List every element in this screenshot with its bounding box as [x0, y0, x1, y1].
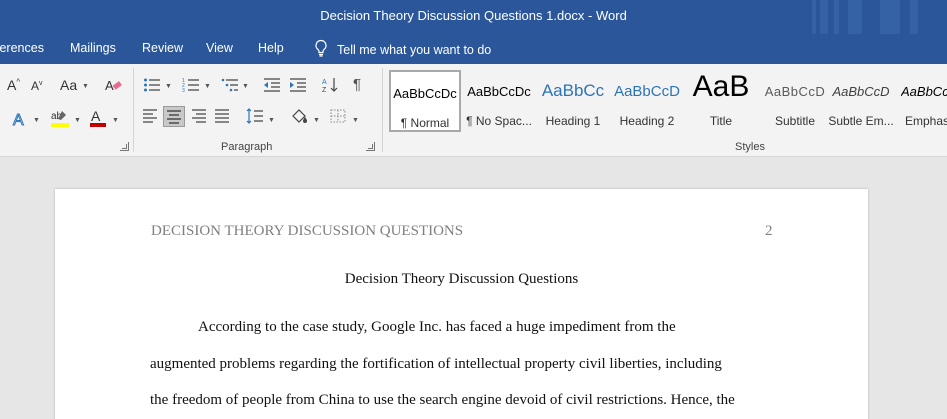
svg-text:A: A	[91, 108, 101, 124]
svg-text:Z: Z	[322, 87, 327, 93]
style-sample: AaBbCcD	[832, 84, 890, 99]
style-name: Heading 1	[545, 114, 601, 128]
text-effects-icon[interactable]: A	[12, 110, 28, 129]
numbering-icon[interactable]: 123	[182, 77, 200, 93]
font-dialog-launcher-icon[interactable]	[120, 142, 129, 151]
style-no-spacing[interactable]: AaBbCcDc ¶ No Spac...	[463, 70, 535, 132]
style-name: ¶ Normal	[400, 116, 450, 130]
title-bar: Decision Theory Discussion Questions 1.d…	[0, 0, 947, 34]
ribbon-tabs: ferences Mailings Review View Help Tell …	[0, 34, 947, 64]
tab-mailings[interactable]: Mailings	[70, 41, 116, 55]
increase-indent-icon[interactable]	[289, 77, 307, 93]
styles-gallery: AaBbCcDc ¶ Normal AaBbCcDc ¶ No Spac... …	[389, 70, 947, 132]
style-sample: AaBbCc	[541, 81, 605, 100]
page-number: 2	[765, 223, 773, 239]
style-name: Heading 2	[619, 114, 675, 128]
clear-formatting-icon[interactable]: A	[104, 76, 122, 94]
change-case-dropdown-icon[interactable]: ▼	[82, 83, 89, 90]
text-highlight-icon[interactable]: ab	[50, 108, 70, 128]
document-area[interactable]: DECISION THEORY DISCUSSION QUESTIONS 2 D…	[0, 157, 947, 419]
borders-dropdown-icon[interactable]: ▼	[352, 117, 359, 124]
style-name: Emphas	[905, 114, 947, 128]
multilevel-list-icon[interactable]	[221, 77, 239, 93]
borders-icon[interactable]	[330, 109, 346, 123]
style-subtle-emphasis[interactable]: AaBbCcD Subtle Em...	[825, 70, 897, 132]
style-heading-1[interactable]: AaBbCc Heading 1	[537, 70, 609, 132]
word-window: Decision Theory Discussion Questions 1.d…	[0, 0, 947, 419]
svg-text:A: A	[105, 78, 114, 93]
paragraph-line: the freedom of people from China to use …	[150, 392, 735, 408]
grow-font-icon[interactable]: A^	[7, 78, 20, 92]
paragraph-line: augmented problems regarding the fortifi…	[150, 356, 722, 372]
show-formatting-marks-icon[interactable]: ¶	[353, 77, 361, 92]
bullets-dropdown-icon[interactable]: ▼	[165, 83, 172, 90]
document-page[interactable]: DECISION THEORY DISCUSSION QUESTIONS 2 D…	[55, 189, 868, 419]
style-sample: AaBbCcDc	[393, 86, 457, 101]
tab-view[interactable]: View	[206, 41, 233, 55]
style-sample: AaBbCcDc	[467, 84, 531, 99]
style-heading-2[interactable]: AaBbCcD Heading 2	[611, 70, 683, 132]
style-name: ¶ No Spac...	[466, 114, 532, 128]
lightbulb-icon	[313, 39, 329, 60]
align-right-icon[interactable]	[191, 109, 207, 123]
shading-icon[interactable]	[290, 107, 310, 125]
paragraph-dialog-launcher-icon[interactable]	[366, 142, 375, 151]
align-left-icon[interactable]	[142, 109, 158, 123]
multilevel-dropdown-icon[interactable]: ▼	[242, 83, 249, 90]
style-sample: AaB	[692, 70, 750, 103]
style-sample: AaBbCcD	[764, 84, 826, 99]
svg-text:A: A	[13, 112, 24, 128]
paragraph-line: According to the case study, Google Inc.…	[198, 319, 676, 335]
tell-me-text: Tell me what you want to do	[337, 42, 492, 57]
svg-text:A: A	[322, 79, 327, 86]
font-color-icon[interactable]: A	[89, 108, 107, 128]
style-name: Subtitle	[774, 114, 816, 128]
style-emphasis[interactable]: AaBbCc Emphas	[897, 70, 947, 132]
highlight-dropdown-icon[interactable]: ▼	[74, 117, 81, 124]
styles-group-label: Styles	[735, 141, 765, 153]
style-name: Title	[709, 114, 733, 128]
change-case-icon[interactable]: Aa	[60, 78, 77, 92]
line-spacing-icon[interactable]	[246, 108, 264, 124]
style-sample: AaBbCcD	[614, 83, 680, 100]
decrease-indent-icon[interactable]	[263, 77, 281, 93]
sort-icon[interactable]: AZ	[322, 77, 340, 93]
paragraph-group-label: Paragraph	[221, 141, 273, 153]
tab-help[interactable]: Help	[258, 41, 284, 55]
svg-text:3: 3	[182, 88, 185, 93]
style-title[interactable]: AaB Title	[685, 70, 757, 132]
text-effects-dropdown-icon[interactable]: ▼	[33, 117, 40, 124]
justify-icon[interactable]	[214, 109, 230, 123]
font-color-dropdown-icon[interactable]: ▼	[112, 117, 119, 124]
shading-dropdown-icon[interactable]: ▼	[313, 117, 320, 124]
running-header: DECISION THEORY DISCUSSION QUESTIONS	[151, 223, 464, 239]
document-title: Decision Theory Discussion Questions	[344, 271, 579, 287]
tab-references[interactable]: ferences	[0, 41, 44, 55]
style-name: Subtle Em...	[828, 114, 894, 128]
bullets-icon[interactable]	[143, 77, 161, 93]
style-subtitle[interactable]: AaBbCcD Subtitle	[759, 70, 831, 132]
style-normal[interactable]: AaBbCcDc ¶ Normal	[389, 70, 461, 132]
ribbon: A^ Av Aa ▼ A A ▼ ab ▼ A ▼ ▼ 123 ▼ ▼ A Z …	[0, 64, 947, 157]
shrink-font-icon[interactable]: Av	[31, 80, 43, 92]
style-sample: AaBbCc	[901, 84, 947, 99]
tab-review[interactable]: Review	[142, 41, 183, 55]
tell-me-box[interactable]: Tell me what you want to do	[313, 39, 491, 60]
window-title: Decision Theory Discussion Questions 1.d…	[320, 8, 627, 23]
line-spacing-dropdown-icon[interactable]: ▼	[268, 117, 275, 124]
numbering-dropdown-icon[interactable]: ▼	[204, 83, 211, 90]
align-center-icon[interactable]	[163, 106, 185, 127]
